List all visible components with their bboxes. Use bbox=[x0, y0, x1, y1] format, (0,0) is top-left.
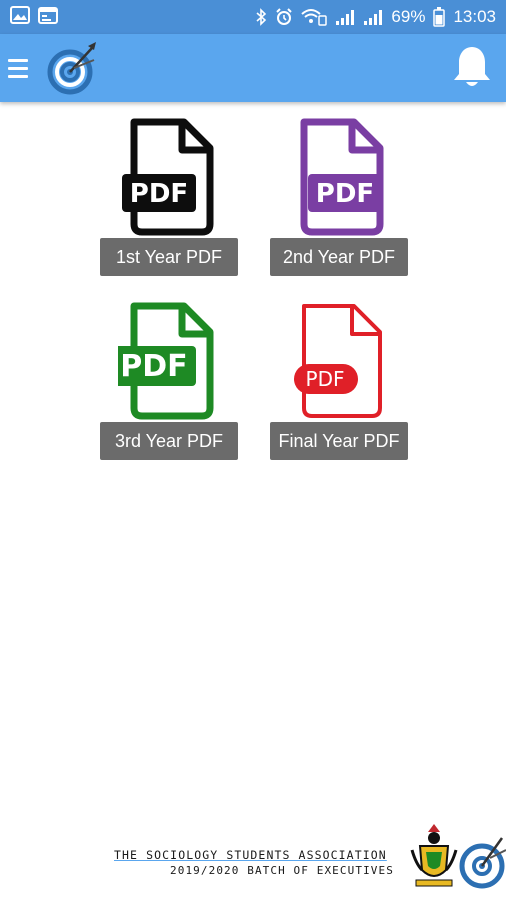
signal-icon bbox=[363, 8, 383, 26]
university-crest-icon bbox=[410, 824, 458, 887]
bluetooth-icon bbox=[255, 8, 267, 26]
status-time: 13:03 bbox=[453, 7, 496, 26]
alarm-icon bbox=[275, 8, 293, 26]
pdf-label[interactable]: 2nd Year PDF bbox=[270, 238, 408, 276]
target-darts-logo-icon bbox=[47, 42, 96, 95]
footer: THE SOCIOLOGY STUDENTS ASSOCIATION 2019/… bbox=[0, 818, 506, 900]
battery-level: 69% bbox=[391, 7, 426, 26]
pdf-file-icon: PDF bbox=[300, 118, 384, 236]
pdf-badge: PDF bbox=[120, 349, 187, 384]
footer-batch-text: 2019/2020 BATCH OF EXECUTIVES bbox=[170, 864, 394, 877]
bell-icon[interactable] bbox=[450, 44, 494, 90]
pdf-tile-1st-year[interactable]: PDF 1st Year PDF bbox=[100, 118, 238, 278]
pdf-badge: PDF bbox=[316, 179, 374, 209]
status-right: 69% 13:03 bbox=[255, 7, 496, 27]
pdf-badge: PDF bbox=[130, 179, 188, 209]
pdf-label[interactable]: 3rd Year PDF bbox=[100, 422, 238, 460]
hamburger-menu-icon[interactable] bbox=[8, 50, 32, 86]
wifi-icon bbox=[301, 8, 328, 26]
pdf-badge: PDF bbox=[306, 367, 345, 391]
pdf-label[interactable]: 1st Year PDF bbox=[100, 238, 238, 276]
image-icon bbox=[10, 5, 30, 29]
pdf-file-icon: PDF bbox=[294, 304, 382, 418]
footer-association-name: THE SOCIOLOGY STUDENTS ASSOCIATION bbox=[114, 848, 387, 862]
status-bar: 69% 13:03 bbox=[0, 0, 506, 34]
status-left bbox=[10, 5, 58, 29]
pdf-file-icon: PDF bbox=[122, 118, 214, 236]
calendar-icon bbox=[38, 6, 58, 29]
pdf-file-icon: PDF bbox=[118, 302, 214, 420]
target-darts-logo-icon bbox=[459, 837, 506, 889]
pdf-tile-final-year[interactable]: PDF Final Year PDF bbox=[270, 302, 408, 462]
pdf-label[interactable]: Final Year PDF bbox=[270, 422, 408, 460]
pdf-tile-3rd-year[interactable]: PDF 3rd Year PDF bbox=[100, 302, 238, 462]
battery-icon bbox=[433, 7, 446, 27]
app-bar bbox=[0, 34, 506, 102]
pdf-tile-2nd-year[interactable]: PDF 2nd Year PDF bbox=[270, 118, 408, 278]
signal-icon bbox=[335, 8, 355, 26]
